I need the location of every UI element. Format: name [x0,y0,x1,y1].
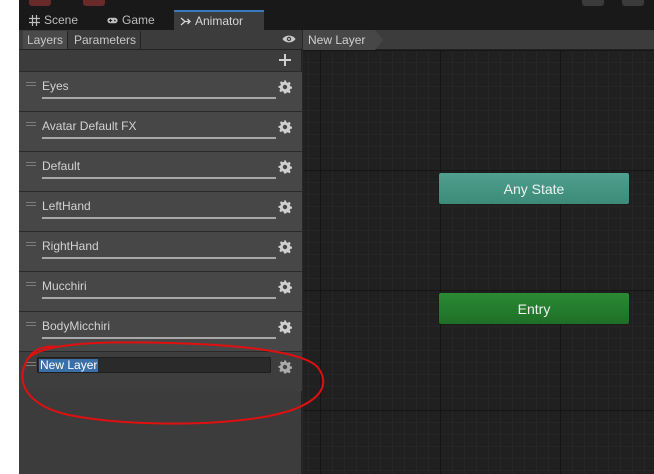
layer-item[interactable]: LeftHand [19,191,302,231]
gear-icon[interactable] [278,280,292,294]
gear-icon[interactable] [278,120,292,134]
selected-text: New Layer [39,358,99,372]
layer-name: Avatar Default FX [42,119,137,133]
drag-handle-icon[interactable] [26,162,36,166]
tab-scene[interactable]: Scene [23,10,86,30]
gear-icon[interactable] [278,240,292,254]
toolbar-chip [582,0,604,6]
layer-weight-bar [42,297,276,299]
gear-icon[interactable] [278,320,292,334]
layer-name: LeftHand [42,199,91,213]
layer-item[interactable]: Avatar Default FX [19,111,302,151]
grid-icon [29,14,40,26]
animator-window: Scene Game Animator Layers Parameters Ey… [19,0,654,474]
layer-item[interactable]: RightHand [19,231,302,271]
window-edge [0,0,19,474]
layer-name-input[interactable]: New Layer [37,357,271,373]
drag-handle-icon[interactable] [26,82,36,86]
layer-list: Eyes Avatar Default FX Default LeftHand [19,71,302,391]
tab-bar: Scene Game Animator [19,10,654,30]
layer-name: RightHand [42,239,99,253]
layer-item-editing[interactable]: New Layer [19,351,302,391]
breadcrumb: New Layer [303,30,654,50]
state-graph[interactable]: New Layer Any State Entry [303,30,654,474]
tab-label: Animator [195,14,244,28]
layer-item[interactable]: Default [19,151,302,191]
gear-icon[interactable] [278,200,292,214]
tab-animator[interactable]: Animator [174,10,264,30]
drag-handle-icon[interactable] [26,322,36,326]
layer-name: BodyMicchiri [42,319,111,333]
panel-tabs: Layers Parameters [19,30,302,50]
layer-name: Eyes [42,79,69,93]
add-layer-button[interactable] [278,53,292,67]
drag-handle-icon[interactable] [26,202,36,206]
layers-panel: Layers Parameters Eyes Avatar Default FX [19,30,302,474]
tab-label: Scene [44,13,79,27]
tab-parameters[interactable]: Parameters [70,31,142,49]
gear-icon[interactable] [278,80,292,94]
drag-handle-icon[interactable] [26,282,36,286]
gamepad-icon [107,17,118,23]
layer-weight-bar [42,97,276,99]
layer-item[interactable]: BodyMicchiri [19,311,302,351]
breadcrumb-item[interactable]: New Layer [303,30,384,50]
gear-icon[interactable] [278,160,292,174]
layer-weight-bar [42,137,276,139]
toolbar-chip [83,0,105,6]
layer-name: Default [42,159,81,173]
layer-weight-bar [42,217,276,219]
add-layer-bar [19,51,302,71]
layer-weight-bar [42,257,276,259]
layer-item[interactable]: Eyes [19,71,302,111]
tab-game[interactable]: Game [101,10,163,30]
top-strip [19,0,654,10]
layer-item[interactable]: Mucchiri [19,271,302,311]
gear-icon[interactable] [278,360,292,374]
drag-handle-icon[interactable] [26,362,36,366]
toolbar-chip [29,0,51,6]
tab-layers[interactable]: Layers [23,31,69,49]
layer-weight-bar [42,177,276,179]
tab-label: Game [122,13,155,27]
layer-name: Mucchiri [42,279,87,293]
drag-handle-icon[interactable] [26,122,36,126]
any-state-node[interactable]: Any State [438,172,630,205]
entry-node[interactable]: Entry [438,292,630,325]
animator-icon [180,17,191,25]
layer-weight-bar [42,337,276,339]
drag-handle-icon[interactable] [26,242,36,246]
eye-icon[interactable] [282,34,296,44]
toolbar-chip [622,0,644,6]
